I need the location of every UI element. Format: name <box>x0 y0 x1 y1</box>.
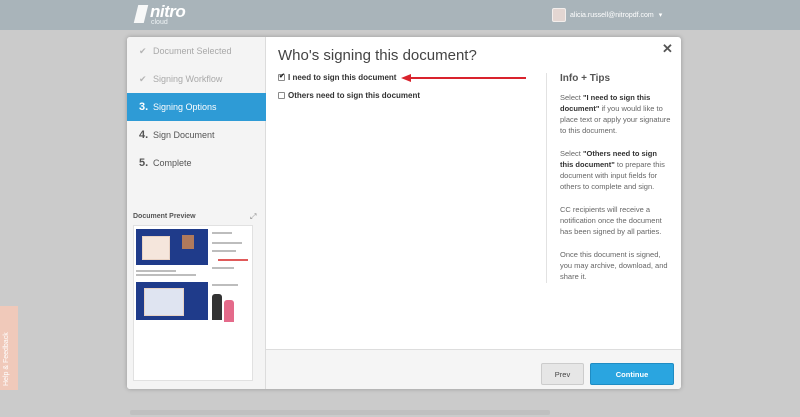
steps-sidebar: ✔ Document Selected ✔ Signing Workflow 3… <box>127 37 266 389</box>
chevron-down-icon[interactable]: ▾ <box>659 11 663 19</box>
step-number: 4. <box>139 129 149 141</box>
check-icon: ✔ <box>139 73 147 84</box>
step-label: Signing Options <box>153 102 217 112</box>
check-icon: ✔ <box>139 45 147 56</box>
checkbox-i-need-to-sign[interactable] <box>278 72 285 81</box>
tip-item: Once this document is signed, you may ar… <box>560 249 672 282</box>
step-number: 5. <box>139 157 149 169</box>
preview-text-line <box>212 242 242 244</box>
user-menu[interactable]: alicia.russell@nitropdf.com ▾ <box>552 6 662 24</box>
preview-photo <box>182 235 194 249</box>
modal-footer: Prev Continue <box>266 349 681 389</box>
tip-item: CC recipients will receive a notificatio… <box>560 204 672 237</box>
preview-text-line <box>212 284 238 286</box>
tip-text: Select <box>560 149 583 158</box>
tip-text: Once this document is signed, you may ar… <box>560 250 668 281</box>
preview-card <box>144 288 184 316</box>
step-label: Complete <box>153 158 192 168</box>
preview-figure <box>224 300 234 322</box>
step-label: Document Selected <box>153 46 232 56</box>
document-preview-thumbnail[interactable] <box>133 225 253 381</box>
preview-card <box>142 236 170 260</box>
prev-button[interactable]: Prev <box>541 363 584 385</box>
checkbox-others-need-to-sign[interactable] <box>278 92 285 99</box>
preview-text-line <box>212 232 232 234</box>
document-preview-title: Document Preview <box>133 213 196 220</box>
avatar <box>552 8 566 22</box>
preview-text-line <box>136 270 176 272</box>
preview-text-line <box>212 267 234 269</box>
step-sign-document: 4. Sign Document <box>127 121 266 149</box>
red-arrow-annotation <box>401 74 526 82</box>
help-feedback-tab[interactable]: Help & Feedback <box>0 306 18 390</box>
expand-icon[interactable]: ⤢ <box>250 212 256 222</box>
continue-button[interactable]: Continue <box>590 363 674 385</box>
step-number: 3. <box>139 101 149 113</box>
modal-content: Who's signing this document? ✕ I need to… <box>266 37 681 389</box>
tip-item: Select "I need to sign this document" if… <box>560 92 672 136</box>
option-others-need-to-sign[interactable]: Others need to sign this document <box>278 91 420 100</box>
tip-text: CC recipients will receive a notificatio… <box>560 205 662 236</box>
dialog-title: Who's signing this document? <box>278 47 477 64</box>
option-label: Others need to sign this document <box>288 91 421 100</box>
top-bar: nitro cloud alicia.russell@nitropdf.com … <box>0 0 800 30</box>
step-label: Signing Workflow <box>153 74 223 84</box>
backdrop-text-line <box>130 410 550 415</box>
tip-text: Select <box>560 93 583 102</box>
preview-highlight-line <box>218 259 248 261</box>
logo-subtitle: cloud <box>151 19 168 26</box>
preview-text-line <box>136 274 196 276</box>
signing-modal: ✔ Document Selected ✔ Signing Workflow 3… <box>127 37 681 389</box>
step-complete: 5. Complete <box>127 149 266 177</box>
tip-item: Select "Others need to sign this documen… <box>560 148 672 192</box>
step-document-selected: ✔ Document Selected <box>127 37 266 65</box>
logo-mark-icon <box>133 5 149 23</box>
option-i-need-to-sign[interactable]: I need to sign this document <box>278 72 397 82</box>
user-email: alicia.russell@nitropdf.com <box>570 11 654 19</box>
step-signing-options: 3. Signing Options <box>127 93 266 121</box>
option-label: I need to sign this document <box>288 73 397 82</box>
preview-figure <box>212 294 222 320</box>
step-label: Sign Document <box>153 130 215 140</box>
info-tips-panel: Info + Tips Select "I need to sign this … <box>546 73 676 283</box>
step-signing-workflow: ✔ Signing Workflow <box>127 65 266 93</box>
nitro-logo[interactable]: nitro cloud <box>133 2 192 27</box>
preview-text-line <box>212 250 236 252</box>
help-feedback-label: Help & Feedback <box>3 332 10 386</box>
tips-title: Info + Tips <box>560 73 611 84</box>
close-icon[interactable]: ✕ <box>662 41 673 57</box>
